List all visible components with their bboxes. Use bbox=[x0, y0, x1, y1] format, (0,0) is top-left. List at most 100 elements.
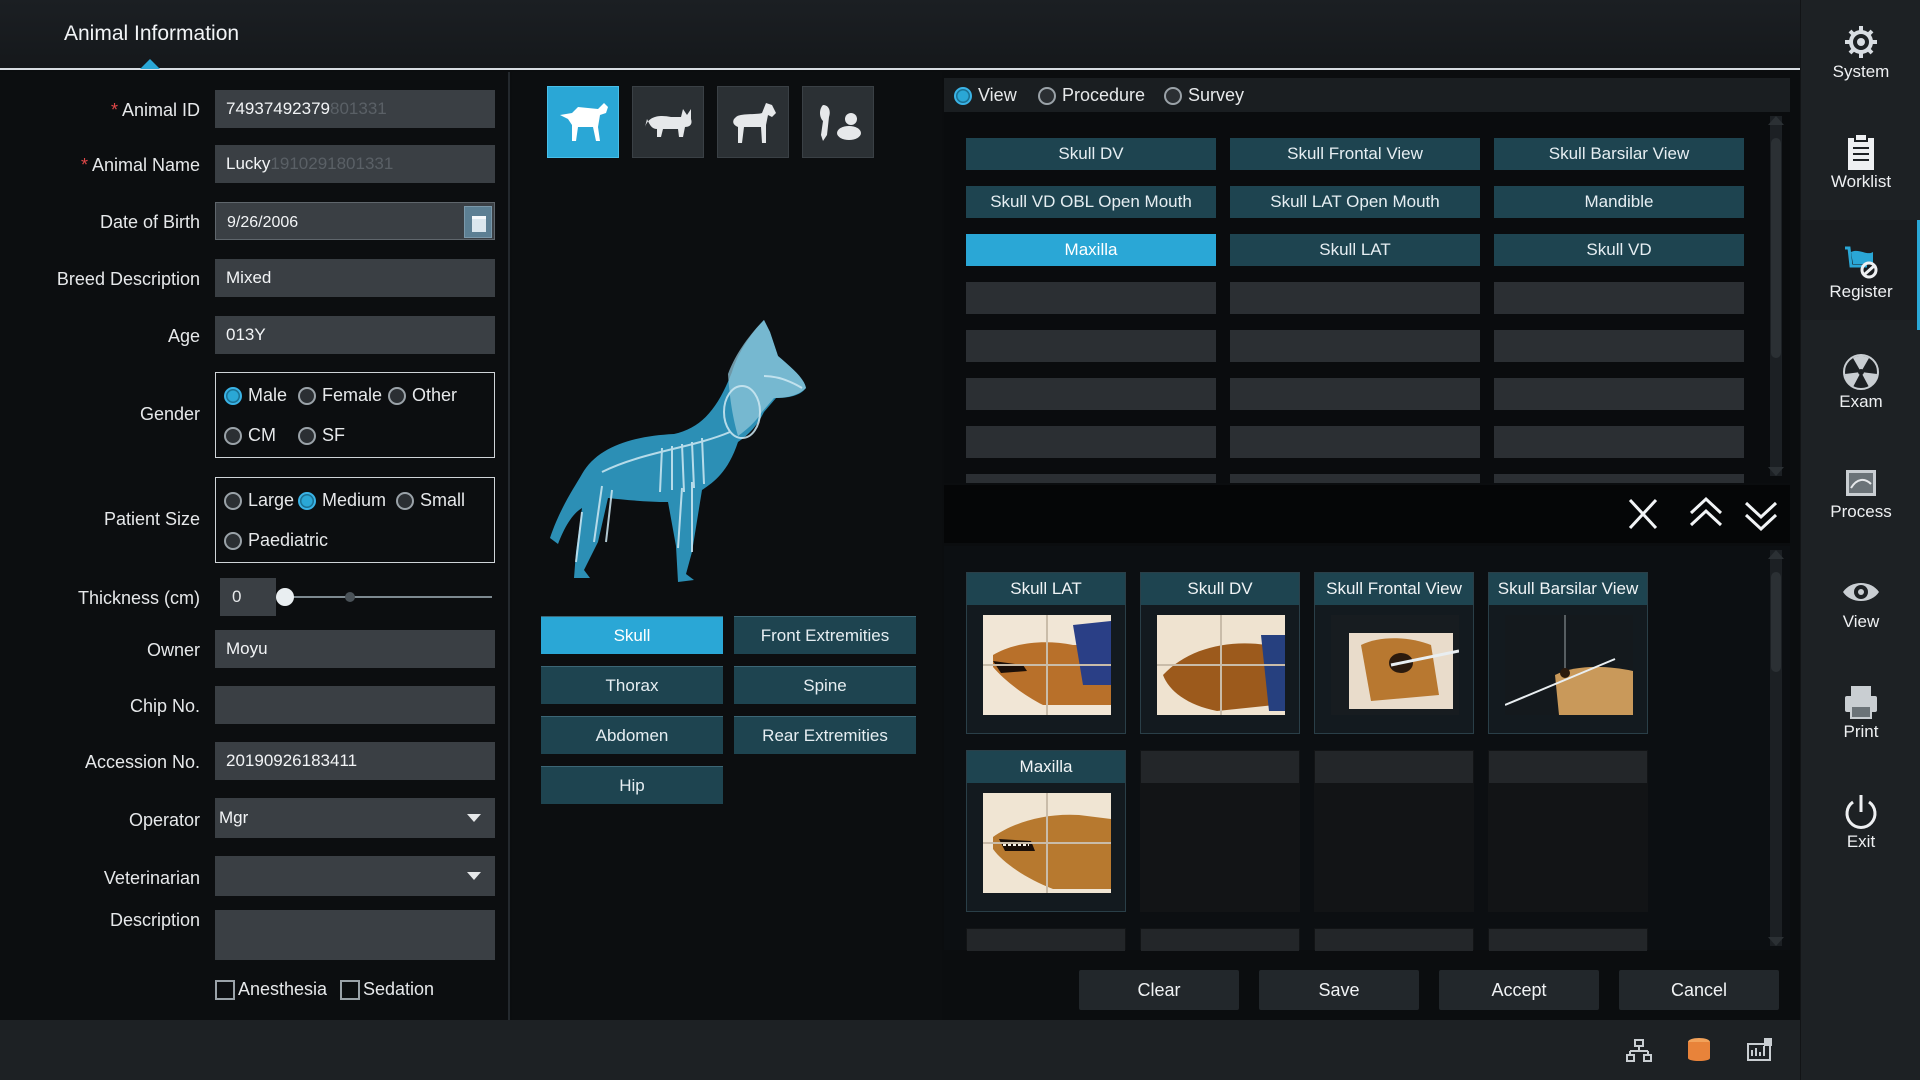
nav-system[interactable]: System bbox=[1801, 0, 1920, 100]
thickness-label: Thickness (cm) bbox=[77, 588, 200, 608]
view-skull-vd-button[interactable]: Skull VD bbox=[1494, 234, 1744, 266]
move-down-button[interactable] bbox=[1734, 485, 1788, 543]
cancel-button[interactable]: Cancel bbox=[1619, 970, 1779, 1010]
animal-id-input[interactable]: 74937492379801331 bbox=[215, 90, 495, 128]
gender-female-radio[interactable]: Female bbox=[298, 385, 382, 406]
eye-icon bbox=[1843, 583, 1879, 601]
image-process-icon bbox=[1846, 470, 1876, 496]
selected-view-card[interactable]: Skull Frontal View bbox=[1314, 572, 1474, 734]
veterinarian-select[interactable] bbox=[215, 856, 495, 896]
dob-input[interactable]: 9/26/2006 bbox=[215, 202, 495, 240]
selected-views-scrollbar[interactable] bbox=[1768, 550, 1784, 946]
region-rear-extremities-button[interactable]: Rear Extremities bbox=[734, 716, 916, 754]
anatomy-panel: Skull Front Extremities Thorax Spine Abd… bbox=[512, 72, 942, 1020]
register-icon bbox=[1845, 246, 1878, 279]
network-icon[interactable] bbox=[1626, 1038, 1652, 1064]
size-paediatric-radio[interactable]: Paediatric bbox=[224, 530, 328, 551]
operator-select[interactable]: Mgr bbox=[215, 798, 495, 838]
view-slot-empty bbox=[966, 378, 1216, 410]
radio-indicator bbox=[224, 531, 242, 550]
gender-male-radio[interactable]: Male bbox=[224, 385, 287, 406]
view-skull-dv-button[interactable]: Skull DV bbox=[966, 138, 1216, 170]
region-thorax-button[interactable]: Thorax bbox=[541, 666, 723, 704]
scroll-down-arrow[interactable] bbox=[1768, 467, 1784, 476]
scroll-up-arrow[interactable] bbox=[1768, 550, 1784, 559]
region-skull-button[interactable]: Skull bbox=[541, 616, 723, 654]
gender-other-radio[interactable]: Other bbox=[388, 385, 457, 406]
dog-skull-barsilar-thumbnail bbox=[1505, 615, 1633, 715]
selected-view-empty-slot bbox=[1314, 750, 1474, 912]
selected-view-card[interactable]: Skull Barsilar View bbox=[1488, 572, 1648, 734]
operator-label: Operator bbox=[128, 810, 200, 830]
size-large-radio[interactable]: Large bbox=[224, 490, 294, 511]
move-up-button[interactable] bbox=[1679, 485, 1733, 543]
scroll-up-arrow[interactable] bbox=[1768, 116, 1784, 125]
view-slot-empty bbox=[1230, 378, 1480, 410]
selected-view-card[interactable]: Skull DV bbox=[1140, 572, 1300, 734]
animal-name-input[interactable]: Lucky1910291801331 bbox=[215, 145, 495, 183]
region-spine-button[interactable]: Spine bbox=[734, 666, 916, 704]
nav-worklist[interactable]: Worklist bbox=[1801, 110, 1920, 210]
species-horse-button[interactable] bbox=[717, 86, 789, 158]
view-skull-lat-button[interactable]: Skull LAT bbox=[1230, 234, 1480, 266]
calendar-icon[interactable] bbox=[464, 206, 492, 238]
breed-input[interactable]: Mixed bbox=[215, 259, 495, 297]
slider-track[interactable] bbox=[282, 596, 492, 598]
nav-process[interactable]: Process bbox=[1801, 440, 1920, 540]
accession-input[interactable]: 20190926183411 bbox=[215, 742, 495, 780]
species-exotic-button[interactable] bbox=[802, 86, 874, 158]
nav-exam[interactable]: Exam bbox=[1801, 330, 1920, 430]
gender-label: Gender bbox=[139, 404, 200, 424]
slider-knob[interactable] bbox=[276, 588, 294, 606]
scroll-down-arrow[interactable] bbox=[1768, 937, 1784, 946]
selected-view-title: Skull LAT bbox=[967, 573, 1125, 605]
accept-button[interactable]: Accept bbox=[1439, 970, 1599, 1010]
clear-button[interactable]: Clear bbox=[1079, 970, 1239, 1010]
species-dog-button[interactable] bbox=[547, 86, 619, 158]
nav-register[interactable]: Register bbox=[1801, 220, 1920, 330]
view-skull-barsilar-button[interactable]: Skull Barsilar View bbox=[1494, 138, 1744, 170]
nav-exit[interactable]: Exit bbox=[1801, 770, 1920, 870]
scrollbar-thumb[interactable] bbox=[1771, 138, 1781, 358]
view-mandible-button[interactable]: Mandible bbox=[1494, 186, 1744, 218]
veterinarian-label: Veterinarian bbox=[103, 868, 200, 888]
gender-cm-radio[interactable]: CM bbox=[224, 425, 276, 446]
page-title: Animal Information bbox=[64, 22, 240, 45]
main-navigation: System Worklist Register Exam Process Vi… bbox=[1800, 0, 1920, 1080]
view-skull-vd-obl-button[interactable]: Skull VD OBL Open Mouth bbox=[966, 186, 1216, 218]
database-icon[interactable] bbox=[1686, 1036, 1712, 1064]
region-hip-button[interactable]: Hip bbox=[541, 766, 723, 804]
tab-survey[interactable]: Survey bbox=[1164, 85, 1244, 106]
view-maxilla-button[interactable]: Maxilla bbox=[966, 234, 1216, 266]
nav-view[interactable]: View bbox=[1801, 550, 1920, 650]
owner-input[interactable]: Moyu bbox=[215, 630, 495, 668]
region-abdomen-button[interactable]: Abdomen bbox=[541, 716, 723, 754]
selected-view-card[interactable]: Maxilla bbox=[966, 750, 1126, 912]
view-list-scrollbar[interactable] bbox=[1768, 116, 1784, 476]
species-cat-button[interactable] bbox=[632, 86, 704, 158]
thickness-slider[interactable]: 0 bbox=[220, 578, 492, 616]
tab-procedure[interactable]: Procedure bbox=[1038, 85, 1145, 106]
size-small-radio[interactable]: Small bbox=[396, 490, 465, 511]
anesthesia-checkbox[interactable]: Anesthesia bbox=[215, 979, 327, 1000]
tab-view[interactable]: View bbox=[954, 85, 1017, 106]
view-skull-frontal-button[interactable]: Skull Frontal View bbox=[1230, 138, 1480, 170]
thickness-value[interactable]: 0 bbox=[220, 578, 276, 616]
description-input[interactable] bbox=[215, 910, 495, 960]
region-front-extremities-button[interactable]: Front Extremities bbox=[734, 616, 916, 654]
scrollbar-thumb[interactable] bbox=[1771, 572, 1781, 672]
power-icon bbox=[1845, 795, 1877, 829]
selected-view-card[interactable]: Skull LAT bbox=[966, 572, 1126, 734]
detector-status-icon[interactable] bbox=[1746, 1036, 1774, 1064]
save-button[interactable]: Save bbox=[1259, 970, 1419, 1010]
gender-sf-radio[interactable]: SF bbox=[298, 425, 345, 446]
sedation-checkbox[interactable]: Sedation bbox=[340, 979, 434, 1000]
view-skull-lat-open-button[interactable]: Skull LAT Open Mouth bbox=[1230, 186, 1480, 218]
size-medium-radio[interactable]: Medium bbox=[298, 490, 386, 511]
nav-print[interactable]: Print bbox=[1801, 660, 1920, 760]
age-input[interactable]: 013Y bbox=[215, 316, 495, 354]
radio-indicator bbox=[224, 386, 242, 405]
chip-input[interactable] bbox=[215, 686, 495, 724]
selected-views-toolbar bbox=[944, 485, 1790, 543]
remove-view-button[interactable] bbox=[1616, 485, 1670, 543]
